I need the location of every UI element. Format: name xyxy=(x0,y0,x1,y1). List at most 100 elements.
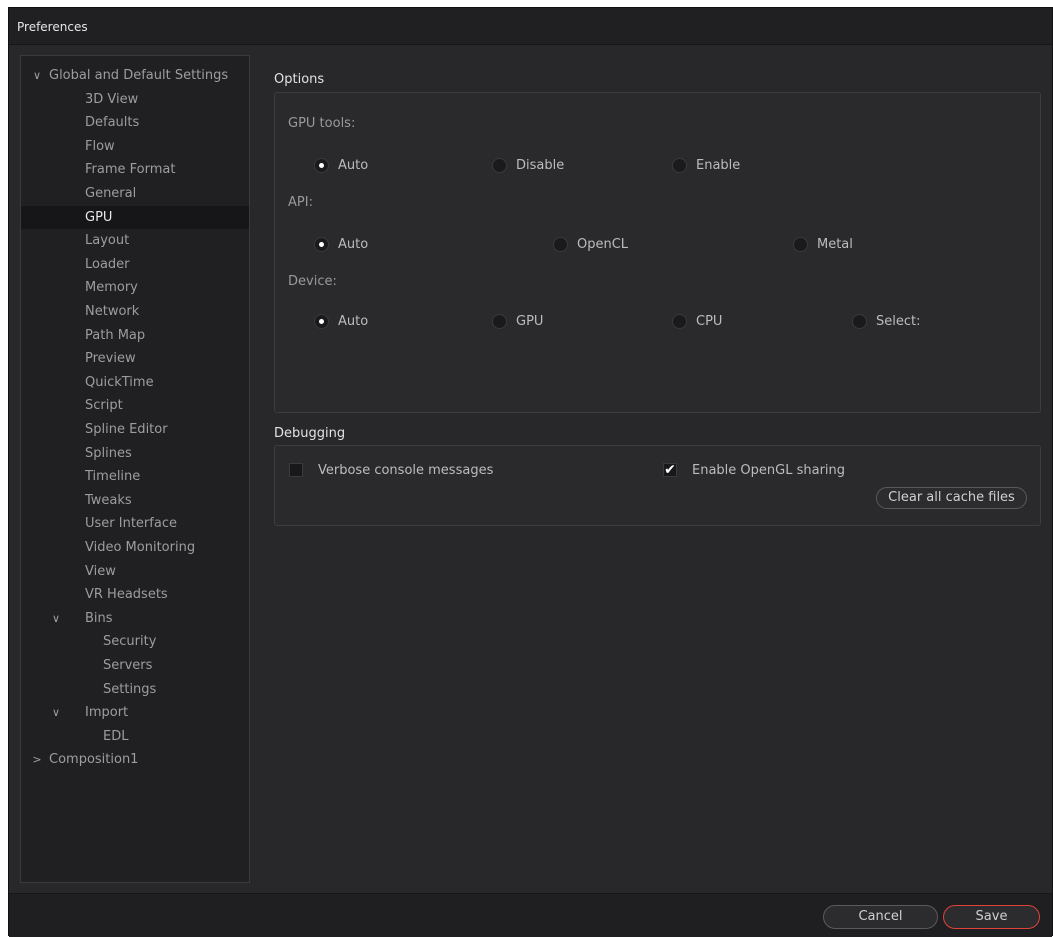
tree-item-label: Layout xyxy=(85,233,130,249)
tree-item-tweaks[interactable]: Tweaks xyxy=(21,489,249,512)
tree-item-label: 3D View xyxy=(85,91,139,107)
tree-item-label: Memory xyxy=(85,280,138,296)
debugging-section-title: Debugging xyxy=(274,426,346,441)
tree-item-memory[interactable]: Memory xyxy=(21,276,249,299)
tree-item-script[interactable]: Script xyxy=(21,394,249,417)
tree-item-flow[interactable]: Flow xyxy=(21,135,249,158)
window-title: Preferences xyxy=(17,20,88,34)
device-gpu-radio[interactable]: GPU xyxy=(492,311,543,331)
api-auto-radio[interactable]: Auto xyxy=(314,234,368,254)
tree-item-loader[interactable]: Loader xyxy=(21,253,249,276)
tree-item-label: Global and Default Settings xyxy=(49,68,229,83)
tree-item-label: Splines xyxy=(85,445,132,461)
tree-item-preview[interactable]: Preview xyxy=(21,347,249,370)
gpu-tools-disable-radio[interactable]: Disable xyxy=(492,155,564,175)
tree-item-label: Defaults xyxy=(85,115,140,131)
tree-item-quicktime[interactable]: QuickTime xyxy=(21,371,249,394)
tree-item-splines[interactable]: Splines xyxy=(21,442,249,465)
enable-opengl-sharing-checkbox[interactable]: ✔ Enable OpenGL sharing xyxy=(663,460,845,480)
chevron-right-icon[interactable]: > xyxy=(31,748,43,771)
radio-label: Metal xyxy=(817,236,853,252)
tree-item-global-and-default-settings[interactable]: ∨ Global and Default Settings xyxy=(21,64,249,87)
tree-item-label: Settings xyxy=(103,681,157,697)
checkmark-icon: ✔ xyxy=(663,462,677,478)
tree-item-path-map[interactable]: Path Map xyxy=(21,324,249,347)
tree-item-gpu[interactable]: GPU xyxy=(21,205,249,229)
checkbox-label: Enable OpenGL sharing xyxy=(692,462,846,478)
radio-indicator xyxy=(793,236,808,252)
api-metal-radio[interactable]: Metal xyxy=(793,234,853,254)
chevron-down-icon[interactable]: ∨ xyxy=(50,607,62,630)
tree-item-network[interactable]: Network xyxy=(21,300,249,323)
preferences-tree[interactable]: ∨ Global and Default Settings 3D View Defau… xyxy=(20,55,250,883)
api-label: API: xyxy=(288,195,313,210)
tree-item-label: Bins xyxy=(85,610,113,626)
tree-item-label: Flow xyxy=(85,138,115,154)
radio-indicator xyxy=(852,313,867,329)
gpu-tools-auto-radio[interactable]: Auto xyxy=(314,155,368,175)
tree-item-user-interface[interactable]: User Interface xyxy=(21,512,249,535)
radio-indicator xyxy=(314,236,329,252)
tree-item-video-monitoring[interactable]: Video Monitoring xyxy=(21,536,249,559)
gpu-tools-label: GPU tools: xyxy=(288,116,356,131)
tree-item-label: Composition1 xyxy=(49,752,139,768)
title-bar: Preferences xyxy=(9,8,1052,45)
tree-item-frame-format[interactable]: Frame Format xyxy=(21,158,249,181)
radio-label: GPU xyxy=(516,313,544,329)
tree-item-import[interactable]: ∨ Import xyxy=(21,701,249,724)
chevron-down-icon[interactable]: ∨ xyxy=(50,701,62,724)
device-cpu-radio[interactable]: CPU xyxy=(672,311,722,331)
tree-item-label: Servers xyxy=(103,658,153,673)
tree-item-vr-headsets[interactable]: VR Headsets xyxy=(21,583,249,606)
radio-label: CPU xyxy=(696,313,723,329)
tree-item-spline-editor[interactable]: Spline Editor xyxy=(21,418,249,441)
radio-label: Auto xyxy=(338,157,369,173)
radio-indicator xyxy=(492,157,507,173)
tree-item-bins[interactable]: ∨ Bins xyxy=(21,607,249,630)
verbose-console-checkbox[interactable]: Verbose console messages xyxy=(289,460,493,480)
device-auto-radio[interactable]: Auto xyxy=(314,311,368,331)
radio-indicator xyxy=(672,313,687,329)
debugging-group: Verbose console messages ✔ Enable OpenGL… xyxy=(274,445,1041,526)
tree-item-composition1[interactable]: > Composition1 xyxy=(21,748,249,771)
tree-item-servers[interactable]: Servers xyxy=(21,654,249,677)
radio-label: Disable xyxy=(516,157,565,173)
device-select-radio[interactable]: Select: xyxy=(852,311,920,331)
tree-item-label: Timeline xyxy=(85,469,141,485)
tree-item-label: Network xyxy=(85,304,140,319)
gpu-tools-enable-radio[interactable]: Enable xyxy=(672,155,740,175)
dialog-footer: Cancel Save xyxy=(9,893,1052,937)
options-group: GPU tools: Auto Disable Enable API: Auto… xyxy=(274,92,1041,413)
clear-cache-button[interactable]: Clear all cache files xyxy=(876,487,1027,509)
tree-item-label: Video Monitoring xyxy=(85,540,196,555)
radio-label: Auto xyxy=(338,313,369,329)
tree-item-label: Loader xyxy=(85,256,130,272)
tree-item-label: Security xyxy=(103,634,157,650)
cancel-button[interactable]: Cancel xyxy=(823,905,938,929)
tree-item-label: VR Headsets xyxy=(85,587,168,603)
tree-item-edl[interactable]: EDL xyxy=(21,725,249,748)
tree-item-defaults[interactable]: Defaults xyxy=(21,111,249,134)
tree-item-label: General xyxy=(85,186,137,201)
tree-item-label: Spline Editor xyxy=(85,422,168,437)
tree-item-label: Frame Format xyxy=(85,162,176,178)
save-button[interactable]: Save xyxy=(943,905,1040,929)
device-label: Device: xyxy=(288,274,337,289)
tree-item-3d-view[interactable]: 3D View xyxy=(21,88,249,111)
tree-item-security[interactable]: Security xyxy=(21,630,249,653)
tree-item-timeline[interactable]: Timeline xyxy=(21,465,249,488)
radio-indicator xyxy=(314,157,329,173)
preferences-window: Preferences ∨ Global and Default Settings… xyxy=(8,7,1053,937)
chevron-down-icon[interactable]: ∨ xyxy=(31,64,43,87)
radio-label: Select: xyxy=(876,313,921,329)
tree-item-label: Preview xyxy=(85,351,136,367)
tree-item-view[interactable]: View xyxy=(21,560,249,583)
tree-item-settings[interactable]: Settings xyxy=(21,678,249,701)
tree-item-label: GPU xyxy=(85,209,113,225)
checkbox-box xyxy=(289,463,303,477)
tree-item-layout[interactable]: Layout xyxy=(21,229,249,252)
tree-item-label: View xyxy=(85,563,116,579)
tree-item-general[interactable]: General xyxy=(21,182,249,205)
tree-item-label: Tweaks xyxy=(85,492,132,508)
api-opencl-radio[interactable]: OpenCL xyxy=(553,234,628,254)
